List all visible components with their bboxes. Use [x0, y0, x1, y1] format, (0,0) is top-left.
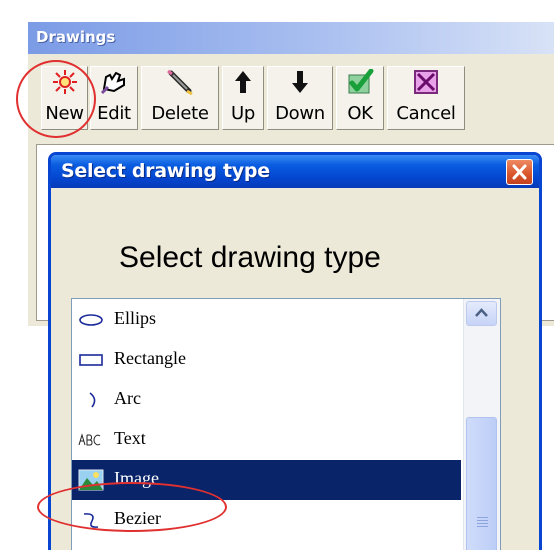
up-button[interactable]: Up	[222, 66, 264, 130]
up-button-label: Up	[230, 103, 255, 124]
delete-button[interactable]: Delete	[141, 66, 219, 130]
delete-button-label: Delete	[151, 103, 209, 124]
dialog-title: Select drawing type	[61, 160, 270, 182]
drawing-type-listbox[interactable]: Ellips Rectangle Arc Text Image Bezier	[71, 298, 501, 550]
arc-icon	[78, 390, 104, 410]
list-item-bezier[interactable]: Bezier	[72, 500, 461, 540]
edit-hand-icon	[100, 69, 128, 100]
cancel-button[interactable]: Cancel	[387, 66, 465, 130]
list-item-text[interactable]: Text	[72, 420, 461, 460]
list-item-label: Image	[114, 468, 159, 488]
cancel-x-icon	[413, 69, 439, 100]
list-item-label: Arc	[114, 388, 141, 408]
up-arrow-icon	[234, 70, 252, 99]
select-drawing-type-dialog: Select drawing type Select drawing type …	[48, 152, 542, 550]
close-button[interactable]	[506, 159, 533, 185]
ellipse-icon	[78, 310, 104, 330]
list-item-rectangle[interactable]: Rectangle	[72, 340, 461, 380]
list-item-image[interactable]: Image	[72, 460, 461, 500]
list-item-ellips[interactable]: Ellips	[72, 300, 461, 340]
ok-button-label: OK	[347, 103, 373, 124]
new-sun-icon	[52, 69, 78, 100]
dialog-titlebar[interactable]: Select drawing type	[51, 155, 539, 188]
drawings-window-title: Drawings	[36, 28, 116, 46]
down-button[interactable]: Down	[267, 66, 333, 130]
cancel-button-label: Cancel	[396, 103, 456, 124]
list-item-label: Rectangle	[114, 348, 186, 368]
image-icon	[78, 469, 104, 491]
list-item-arc[interactable]: Arc	[72, 380, 461, 420]
scroll-up-button[interactable]	[466, 301, 497, 326]
delete-pen-icon	[165, 69, 195, 100]
rectangle-icon	[78, 350, 104, 370]
new-button[interactable]: New	[41, 66, 88, 130]
text-abc-icon	[78, 430, 104, 450]
new-button-label: New	[45, 103, 84, 124]
edit-button[interactable]: Edit	[90, 66, 138, 130]
edit-button-label: Edit	[97, 103, 131, 124]
list-item-label: Ellips	[114, 308, 157, 328]
down-arrow-icon	[291, 70, 309, 99]
drawings-toolbar: New Edit Delete Up Down OK Cancel	[28, 54, 554, 154]
down-button-label: Down	[275, 103, 325, 124]
ok-button[interactable]: OK	[336, 66, 384, 130]
bezier-icon	[78, 510, 104, 530]
scroll-thumb[interactable]	[466, 417, 497, 550]
list-item-label: Bezier	[114, 508, 161, 528]
list-item-label: Text	[114, 428, 146, 448]
list-scrollbar[interactable]	[463, 299, 500, 550]
dialog-heading: Select drawing type	[119, 241, 381, 274]
drawings-titlebar[interactable]: Drawings	[28, 22, 554, 54]
checkmark-icon	[346, 68, 374, 100]
